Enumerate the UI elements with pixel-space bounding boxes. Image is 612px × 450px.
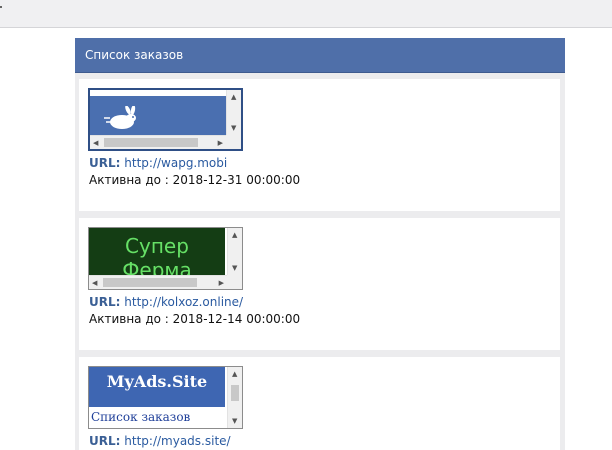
active-until-value: 2018-12-31 00:00:00 bbox=[172, 173, 301, 187]
panel-title: Список заказов bbox=[85, 48, 184, 62]
scroll-up-arrow-icon[interactable]: ▲ bbox=[231, 93, 236, 101]
browser-top-bar bbox=[0, 0, 612, 28]
url-label: URL: bbox=[89, 156, 121, 170]
banner-image[interactable] bbox=[90, 96, 226, 136]
active-until-label: Активна до : bbox=[89, 173, 169, 187]
scroll-up-arrow-icon[interactable]: ▲ bbox=[232, 231, 237, 239]
banner-text-line: Супер bbox=[125, 234, 189, 258]
banner-title: MyAds.Site bbox=[106, 372, 208, 391]
scroll-right-arrow-icon[interactable]: ▶ bbox=[219, 279, 224, 287]
scroll-right-arrow-icon[interactable]: ▶ bbox=[218, 139, 223, 147]
orders-panel: Список заказов ▲ ▼ ◀ ▶ URL: http://wapg.… bbox=[75, 38, 565, 450]
vertical-scrollbar[interactable]: ▲ ▼ bbox=[227, 228, 242, 275]
scroll-down-arrow-icon[interactable]: ▼ bbox=[232, 264, 237, 272]
order-card: Супер Ферма ▲ ▼ ◀ ▶ URL: http://kolxoz.o… bbox=[79, 218, 560, 350]
scroll-thumb[interactable] bbox=[231, 385, 239, 401]
scroll-up-arrow-icon[interactable]: ▲ bbox=[232, 370, 237, 378]
vertical-scrollbar[interactable]: ▲ ▼ bbox=[227, 367, 242, 428]
active-until-label: Активна до : bbox=[89, 312, 169, 326]
active-until-row: Активна до : 2018-12-31 00:00:00 bbox=[89, 173, 300, 187]
banner-frame[interactable]: ▲ ▼ ◀ ▶ bbox=[88, 88, 243, 151]
order-card: MyAds.Site Список заказов ▲ ▼ URL: http:… bbox=[79, 357, 560, 450]
order-url-link[interactable]: http://myads.site/ bbox=[124, 434, 230, 448]
url-label: URL: bbox=[89, 434, 121, 448]
banner-image[interactable]: Супер Ферма bbox=[89, 228, 225, 282]
vertical-scrollbar[interactable]: ▲ ▼ bbox=[226, 90, 241, 135]
url-row: URL: http://wapg.mobi bbox=[89, 156, 227, 170]
scroll-down-arrow-icon[interactable]: ▼ bbox=[231, 124, 236, 132]
rabbit-logo-icon bbox=[104, 106, 136, 129]
banner-image[interactable]: MyAds.Site bbox=[89, 367, 225, 407]
scroll-left-arrow-icon[interactable]: ◀ bbox=[92, 279, 97, 287]
active-until-row: Активна до : 2018-12-14 00:00:00 bbox=[89, 312, 300, 326]
banner-subtitle: Список заказов bbox=[91, 410, 191, 424]
order-url-link[interactable]: http://kolxoz.online/ bbox=[124, 295, 243, 309]
active-until-value: 2018-12-14 00:00:00 bbox=[172, 312, 301, 326]
scroll-thumb[interactable] bbox=[103, 278, 197, 287]
banner-frame[interactable]: Супер Ферма ▲ ▼ ◀ ▶ bbox=[88, 227, 243, 290]
panel-header: Список заказов bbox=[75, 38, 565, 73]
scroll-down-arrow-icon[interactable]: ▼ bbox=[232, 417, 237, 425]
banner-frame[interactable]: MyAds.Site Список заказов ▲ ▼ bbox=[88, 366, 243, 429]
scroll-thumb[interactable] bbox=[104, 138, 198, 147]
url-row: URL: http://myads.site/ bbox=[89, 434, 231, 448]
order-card: ▲ ▼ ◀ ▶ URL: http://wapg.mobi Активна до… bbox=[79, 79, 560, 211]
top-bar-marker bbox=[0, 6, 2, 8]
scroll-corner bbox=[227, 275, 242, 289]
horizontal-scrollbar[interactable]: ◀ ▶ bbox=[89, 275, 227, 289]
horizontal-scrollbar[interactable]: ◀ ▶ bbox=[90, 135, 226, 149]
scroll-corner bbox=[226, 135, 241, 149]
scroll-left-arrow-icon[interactable]: ◀ bbox=[93, 139, 98, 147]
url-row: URL: http://kolxoz.online/ bbox=[89, 295, 243, 309]
url-label: URL: bbox=[89, 295, 121, 309]
order-url-link[interactable]: http://wapg.mobi bbox=[124, 156, 227, 170]
